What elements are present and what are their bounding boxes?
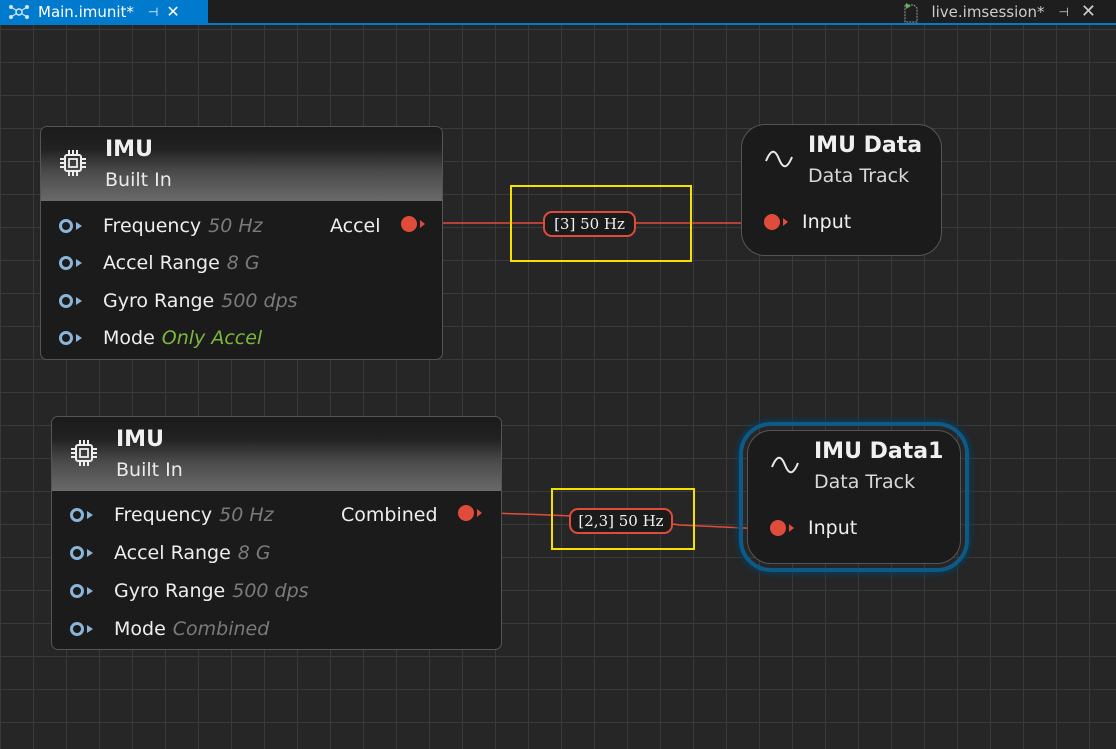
node-subtitle: Built In [116, 459, 183, 481]
param-gyro-range[interactable]: Gyro Range 500 dps [52, 576, 309, 606]
annotation-highlight-box [510, 185, 692, 262]
input-port-icon[interactable] [59, 330, 83, 346]
param-value[interactable]: 500 dps [221, 290, 297, 312]
param-mode[interactable]: Mode Combined [52, 614, 269, 644]
param-label: Gyro Range [103, 290, 215, 312]
input-port-icon[interactable] [70, 507, 94, 523]
network-icon [8, 3, 30, 21]
data-track-node[interactable]: IMU Data Data Track Input [741, 124, 942, 256]
input-label: Input [802, 211, 852, 233]
document-tab-bar: Main.imunit* ⊣ ✕ live.imsession* ⊣ ✕ [0, 0, 1116, 25]
document-icon [903, 2, 919, 22]
input-port-icon[interactable] [762, 212, 790, 232]
param-gyro-range[interactable]: Gyro Range 500 dps [41, 286, 298, 316]
node-title: IMU [116, 427, 164, 452]
wave-icon [765, 150, 793, 168]
param-value[interactable]: 8 G [227, 252, 260, 274]
input-port-icon[interactable] [59, 218, 83, 234]
output-label: Accel [330, 215, 381, 237]
param-accel-range[interactable]: Accel Range 8 G [41, 248, 260, 278]
imu-node[interactable]: IMU Built In Frequency 50 Hz Accel Range… [40, 126, 443, 360]
output-port-accel[interactable]: Accel [330, 211, 427, 241]
input-port-icon[interactable] [768, 518, 796, 538]
close-icon[interactable]: ✕ [166, 2, 179, 21]
param-label: Frequency [114, 504, 213, 526]
node-header[interactable]: IMU Built In [52, 417, 501, 491]
input-port-icon[interactable] [59, 293, 83, 309]
node-graph-canvas[interactable]: IMU Built In Frequency 50 Hz Accel Range… [0, 25, 1116, 749]
param-value[interactable]: 50 Hz [219, 504, 273, 526]
param-value[interactable]: 500 dps [232, 580, 308, 602]
param-value[interactable]: 50 Hz [208, 215, 262, 237]
imu-node[interactable]: IMU Built In Frequency 50 Hz Accel Range… [51, 416, 502, 650]
param-label: Mode [114, 618, 166, 640]
output-label: Combined [341, 504, 438, 526]
pin-icon[interactable]: ⊣ [1058, 5, 1068, 19]
annotation-highlight-box [551, 488, 695, 550]
param-frequency[interactable]: Frequency 50 Hz [41, 211, 263, 241]
param-accel-range[interactable]: Accel Range 8 G [52, 538, 271, 568]
param-frequency[interactable]: Frequency 50 Hz [52, 500, 274, 530]
input-port[interactable]: Input [762, 211, 851, 233]
param-mode[interactable]: Mode Only Accel [41, 323, 262, 353]
param-value[interactable]: Combined [173, 618, 270, 640]
input-port[interactable]: Input [768, 517, 857, 539]
param-value[interactable]: Only Accel [162, 327, 262, 349]
chip-icon [71, 440, 97, 466]
tab-title: live.imsession* [931, 2, 1045, 21]
tab-title: Main.imunit* [38, 2, 134, 21]
output-port-combined[interactable]: Combined [341, 500, 484, 530]
node-subtitle: Built In [105, 169, 172, 191]
param-label: Accel Range [114, 542, 231, 564]
node-title: IMU Data1 [814, 439, 944, 464]
wave-icon [771, 456, 799, 474]
data-track-node[interactable]: IMU Data1 Data Track Input [747, 430, 961, 564]
output-port-icon[interactable] [456, 503, 484, 528]
close-icon[interactable]: ✕ [1081, 1, 1096, 22]
input-port-icon[interactable] [70, 621, 94, 637]
node-subtitle: Data Track [814, 471, 916, 493]
param-value[interactable]: 8 G [238, 542, 271, 564]
node-title: IMU [105, 137, 153, 162]
param-label: Gyro Range [114, 580, 226, 602]
output-port-icon[interactable] [399, 214, 427, 239]
input-port-icon[interactable] [70, 545, 94, 561]
chip-icon [60, 150, 86, 176]
node-subtitle: Data Track [808, 165, 910, 187]
param-label: Mode [103, 327, 155, 349]
input-label: Input [808, 517, 858, 539]
node-header[interactable]: IMU Built In [41, 127, 442, 201]
param-label: Accel Range [103, 252, 220, 274]
param-label: Frequency [103, 215, 202, 237]
tab-main-imunit[interactable]: Main.imunit* ⊣ ✕ [0, 0, 208, 23]
node-title: IMU Data [808, 133, 923, 158]
input-port-icon[interactable] [59, 255, 83, 271]
pin-icon[interactable]: ⊣ [148, 5, 158, 19]
tab-live-imsession[interactable]: live.imsession* ⊣ ✕ [903, 0, 1116, 23]
input-port-icon[interactable] [70, 583, 94, 599]
